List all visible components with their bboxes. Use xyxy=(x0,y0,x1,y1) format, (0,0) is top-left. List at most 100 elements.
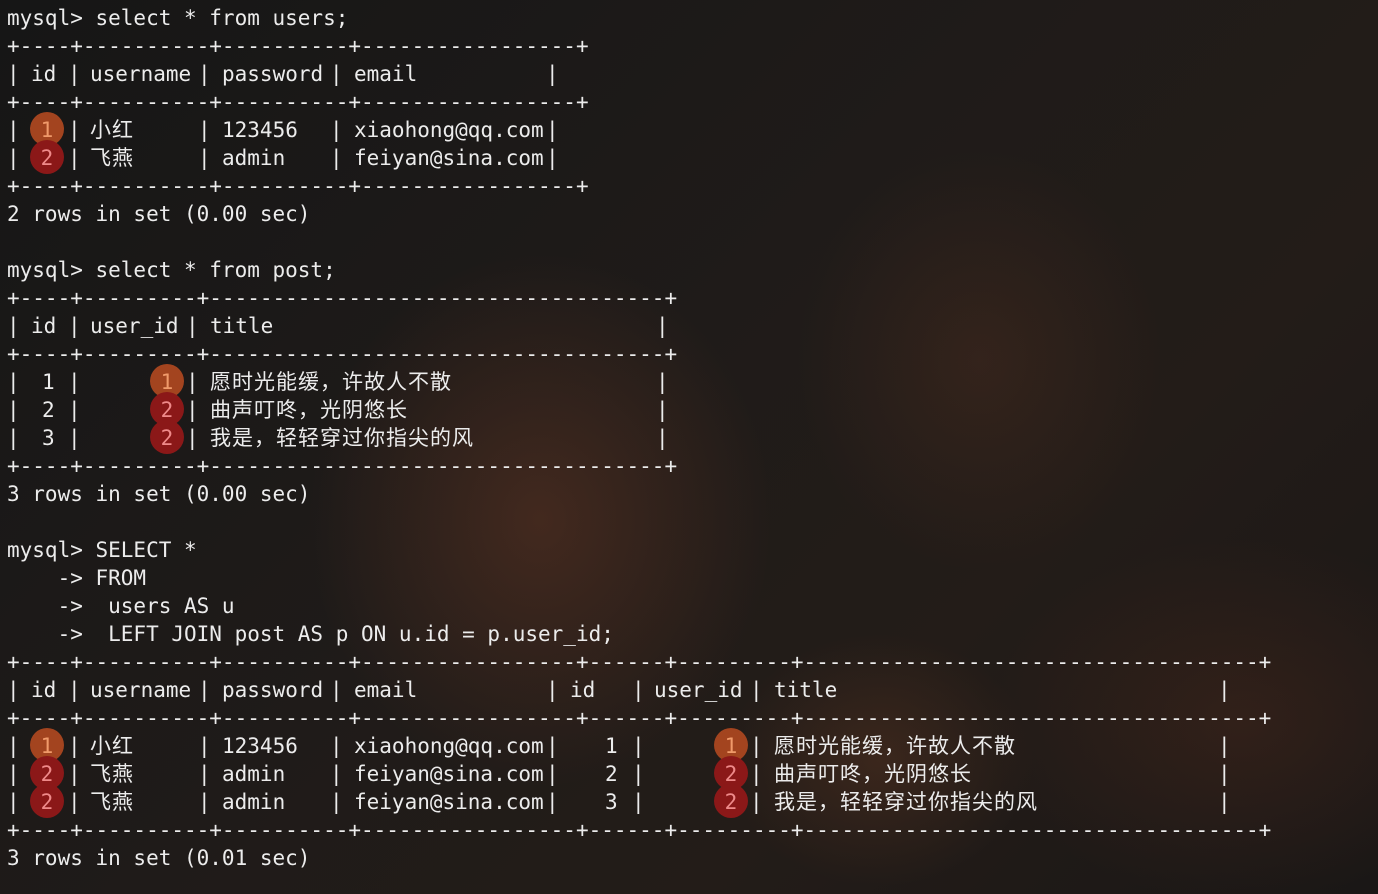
column-separator: | xyxy=(656,370,669,394)
header-id: id xyxy=(31,678,57,702)
column-separator: | xyxy=(546,790,559,814)
cell-post-id: 1 xyxy=(605,734,618,758)
column-separator: | xyxy=(330,762,343,786)
column-separator: | xyxy=(186,370,199,394)
table-row: | | | | | 2 飞燕 admin feiyan@sina.com xyxy=(0,140,1378,174)
table-border: +----+----------+----------+------------… xyxy=(7,706,1272,730)
table-border: +----+---------+------------------------… xyxy=(7,342,678,366)
table-border: +----+----------+----------+------------… xyxy=(7,90,589,114)
cell-email: xiaohong@qq.com xyxy=(354,118,544,142)
table-row: | | | | | | | | 2 飞燕 admin feiyan@sina.com 2 2 曲声叮咚，光阴… xyxy=(0,756,1378,790)
table-border: +----+----------+----------+------------… xyxy=(7,818,1272,842)
column-separator: | xyxy=(632,734,645,758)
table-row: | | | | | 1 小红 123456 xiaohong@qq.com xyxy=(0,112,1378,146)
column-separator: | xyxy=(7,62,20,86)
header-user-id: user_id xyxy=(654,678,743,702)
table-row: | | | | 1 1 愿时光能缓，许故人不散 xyxy=(0,364,1378,398)
column-separator: | xyxy=(7,398,20,422)
cell-title: 我是，轻轻穿过你指尖的风 xyxy=(210,426,474,450)
highlighted-id: 2 xyxy=(40,790,54,814)
cell-title: 我是，轻轻穿过你指尖的风 xyxy=(774,790,1038,814)
cell-email: feiyan@sina.com xyxy=(354,790,544,814)
highlighted-id: 2 xyxy=(40,146,54,170)
query-continuation: -> LEFT JOIN post AS p ON u.id = p.user_… xyxy=(7,622,614,646)
column-separator: | xyxy=(546,146,559,170)
table-row: | | | | | | | | 1 小红 123456 xiaohong@qq.com 1 1 愿时光能缓，… xyxy=(0,728,1378,762)
column-separator: | xyxy=(7,762,20,786)
column-separator: | xyxy=(546,762,559,786)
header-password: password xyxy=(222,678,324,702)
column-separator: | xyxy=(546,734,559,758)
cell-email: xiaohong@qq.com xyxy=(354,734,544,758)
terminal-window[interactable]: mysql> select * from users; +----+-------… xyxy=(0,0,1378,894)
header-id: id xyxy=(31,314,57,338)
cell-password: admin xyxy=(222,790,286,814)
column-separator: | xyxy=(198,734,211,758)
column-separator: | xyxy=(330,790,343,814)
column-separator: | xyxy=(546,678,559,702)
query-prompt: mysql> SELECT * xyxy=(7,538,197,562)
query-continuation: -> FROM xyxy=(7,566,147,590)
cell-password: 123456 xyxy=(222,734,298,758)
header-id: id xyxy=(31,62,57,86)
cell-post-id: 3 xyxy=(605,790,618,814)
column-separator: | xyxy=(632,790,645,814)
table-row: | | | | 3 2 我是，轻轻穿过你指尖的风 xyxy=(0,420,1378,454)
query-continuation: -> users AS u xyxy=(7,594,235,618)
column-separator: | xyxy=(546,118,559,142)
cell-username: 小红 xyxy=(90,118,134,142)
cell-password: 123456 xyxy=(222,118,298,142)
column-separator: | xyxy=(7,790,20,814)
column-separator: | xyxy=(1218,790,1231,814)
column-separator: | xyxy=(7,426,20,450)
column-separator: | xyxy=(198,790,211,814)
header-password: password xyxy=(222,62,324,86)
column-separator: | xyxy=(1218,734,1231,758)
cell-post-id: 2 xyxy=(605,762,618,786)
cell-username: 飞燕 xyxy=(90,146,134,170)
cell-password: admin xyxy=(222,762,286,786)
header-post-id: id xyxy=(570,678,596,702)
table-row: | | | | 2 2 曲声叮咚，光阴悠长 xyxy=(0,392,1378,426)
cell-username: 小红 xyxy=(90,734,134,758)
column-separator: | xyxy=(656,426,669,450)
query-prompt: mysql> select * from users; xyxy=(7,6,349,30)
table-header-row: | | | | | | | | id username password email id user_id… xyxy=(0,676,1378,704)
cell-password: admin xyxy=(222,146,286,170)
column-separator: | xyxy=(330,678,343,702)
column-separator: | xyxy=(7,678,20,702)
cell-title: 曲声叮咚，光阴悠长 xyxy=(774,762,972,786)
result-summary: 2 rows in set (0.00 sec) xyxy=(7,202,311,226)
table-header-row: | | | | id user_id title xyxy=(0,312,1378,340)
table-row: | | | | | | | | 2 飞燕 admin feiyan@sina.com 3 2 我是，轻轻穿过… xyxy=(0,784,1378,818)
column-separator: | xyxy=(1218,678,1231,702)
column-separator: | xyxy=(546,62,559,86)
highlighted-id: 2 xyxy=(724,790,738,814)
cell-email: feiyan@sina.com xyxy=(354,762,544,786)
cell-username: 飞燕 xyxy=(90,790,134,814)
cell-title: 愿时光能缓，许故人不散 xyxy=(210,370,452,394)
column-separator: | xyxy=(186,314,199,338)
table-border: +----+---------+------------------------… xyxy=(7,286,678,310)
column-separator: | xyxy=(186,398,199,422)
cell-title: 曲声叮咚，光阴悠长 xyxy=(210,398,408,422)
cell-username: 飞燕 xyxy=(90,762,134,786)
column-separator: | xyxy=(750,762,763,786)
cell-id: 2 xyxy=(42,398,55,422)
column-separator: | xyxy=(632,762,645,786)
column-separator: | xyxy=(68,398,81,422)
highlighted-id: 2 xyxy=(160,426,174,450)
table-border: +----+----------+----------+------------… xyxy=(7,34,589,58)
header-email: email xyxy=(354,678,418,702)
column-separator: | xyxy=(656,314,669,338)
header-username: username xyxy=(90,62,192,86)
column-separator: | xyxy=(198,118,211,142)
table-border: +----+----------+----------+------------… xyxy=(7,174,589,198)
header-username: username xyxy=(90,678,192,702)
column-separator: | xyxy=(750,678,763,702)
query-prompt: mysql> select * from post; xyxy=(7,258,336,282)
table-border: +----+---------+------------------------… xyxy=(7,454,678,478)
column-separator: | xyxy=(68,62,81,86)
column-separator: | xyxy=(750,734,763,758)
result-summary: 3 rows in set (0.01 sec) xyxy=(7,846,311,870)
